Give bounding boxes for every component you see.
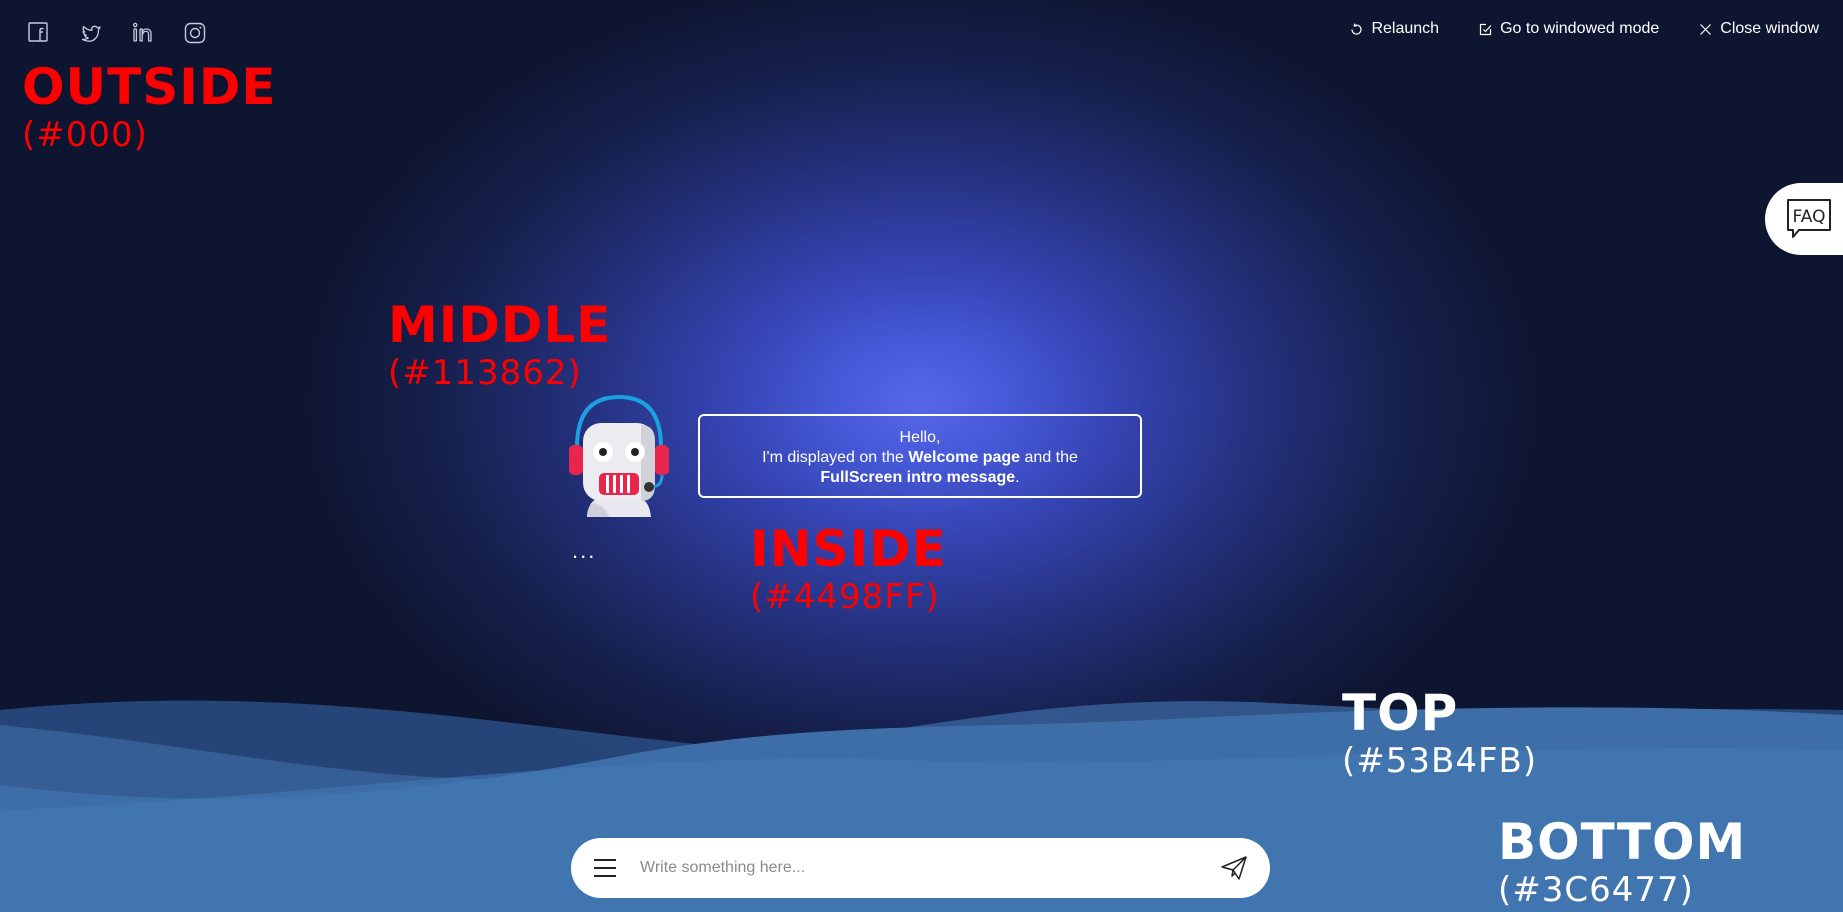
top-label-name: TOP	[1342, 684, 1459, 742]
edit-window-icon	[1479, 23, 1492, 35]
outside-label-code: (#000)	[22, 115, 148, 155]
send-icon[interactable]	[1220, 855, 1248, 881]
bot-avatar	[569, 395, 669, 517]
refresh-icon	[1351, 22, 1363, 35]
close-window-label: Close window	[1720, 20, 1819, 37]
message-bold-welcome: Welcome page	[908, 449, 1021, 466]
outside-color-label: OUTSIDE (#000)	[22, 62, 277, 152]
bottom-label-code: (#3C6477)	[1498, 870, 1694, 910]
faq-icon: FAQ	[1787, 199, 1831, 238]
top-color-label: TOP (#53B4FB)	[1342, 688, 1537, 778]
message-bold-fullscreen: FullScreen intro message	[820, 469, 1016, 486]
message-line-2-prefix: I'm displayed on the	[762, 449, 909, 466]
message-line-1: Hello,	[899, 429, 941, 446]
outside-label-name: OUTSIDE	[22, 58, 277, 116]
close-icon	[1700, 23, 1712, 35]
instagram-icon[interactable]	[182, 20, 208, 46]
windowed-mode-label: Go to windowed mode	[1500, 20, 1660, 37]
close-window-button[interactable]: Close window	[1699, 20, 1819, 38]
bot-message-bubble: Hello, I'm displayed on the Welcome page…	[698, 414, 1142, 498]
linkedin-icon[interactable]	[130, 20, 156, 46]
faq-button[interactable]: FAQ	[1765, 183, 1843, 255]
facebook-icon[interactable]	[26, 20, 52, 46]
typing-indicator: ...	[572, 538, 597, 563]
window-controls: Relaunch Go to windowed mode Close windo…	[1350, 20, 1819, 38]
message-input[interactable]	[638, 858, 1220, 878]
relaunch-label: Relaunch	[1371, 20, 1440, 37]
middle-label-code: (#113862)	[388, 353, 582, 393]
message-line-3: FullScreen intro message.	[700, 468, 1140, 488]
twitter-icon[interactable]	[78, 20, 104, 46]
bottom-color-label: BOTTOM (#3C6477)	[1498, 817, 1746, 907]
message-line-3-suffix: .	[1015, 469, 1020, 486]
inside-color-label: INSIDE (#4498FF)	[750, 524, 947, 614]
social-links	[26, 20, 208, 46]
middle-color-label: MIDDLE (#113862)	[388, 300, 611, 390]
message-composer	[571, 838, 1270, 898]
bottom-label-name: BOTTOM	[1498, 813, 1747, 871]
inside-label-code: (#4498FF)	[750, 577, 940, 617]
windowed-mode-button[interactable]: Go to windowed mode	[1479, 20, 1659, 38]
middle-label-name: MIDDLE	[388, 296, 612, 354]
inside-label-name: INSIDE	[750, 520, 947, 578]
top-label-code: (#53B4FB)	[1342, 741, 1538, 781]
message-line-2-suffix: and the	[1020, 449, 1078, 466]
message-line-2: I'm displayed on the Welcome page and th…	[700, 448, 1140, 468]
faq-label: FAQ	[1793, 207, 1826, 227]
menu-icon[interactable]	[593, 858, 617, 878]
relaunch-button[interactable]: Relaunch	[1350, 20, 1439, 38]
